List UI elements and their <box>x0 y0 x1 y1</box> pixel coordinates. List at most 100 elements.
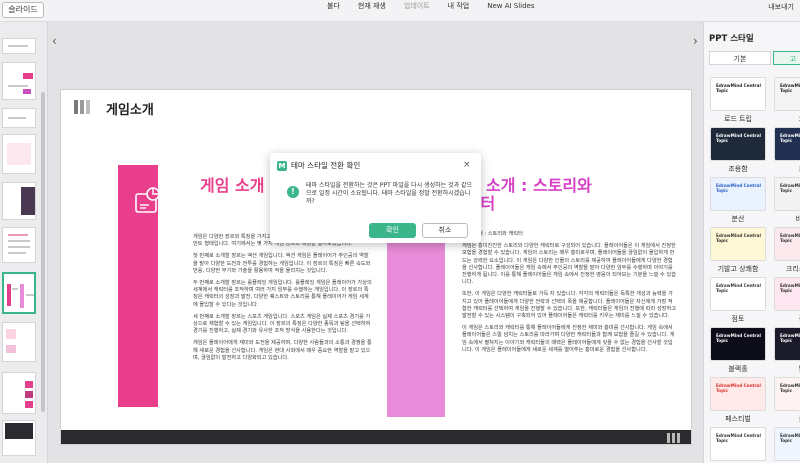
slide-title[interactable]: 게임소개 <box>106 99 154 118</box>
slide[interactable]: 게임소개 게임 소개 게임은 다양한 장르와 특징을 가지고 있습니다. 여러분… <box>60 89 692 445</box>
template-label: 점토 <box>731 315 745 323</box>
slide-thumbnail[interactable] <box>2 227 36 263</box>
style-template-card[interactable]: EdrawMind Central Topic <box>710 177 766 211</box>
style-tabs: 기본 고 <box>709 51 800 65</box>
dialog-message: 테마 스타일을 전환하는 것은 PPT 파일을 다시 생성하는 것과 같으므로 … <box>306 182 473 205</box>
style-template-card[interactable]: EdrawMind Central Topic <box>774 327 800 361</box>
template-thumb-text: EdrawMind Central Topic <box>780 133 800 143</box>
tab-advanced[interactable]: 고 <box>773 51 800 65</box>
close-icon[interactable]: × <box>463 160 471 170</box>
template-label: 페스티벌 <box>725 415 751 423</box>
slide-thumbnail[interactable] <box>2 182 36 220</box>
template-label: 오 <box>774 114 800 124</box>
template-thumb-text: EdrawMind Central Topic <box>716 383 761 393</box>
slide-thumbnail-panel <box>0 22 48 463</box>
style-template-card[interactable]: EdrawMind Central Topic <box>710 227 766 261</box>
style-template-card[interactable]: EdrawMind Central Topic <box>774 77 800 111</box>
template-thumb-text: EdrawMind Central Topic <box>780 283 800 293</box>
template-label: 분산 <box>731 215 745 223</box>
paragraph: 이 게임은 스토리와 캐릭터를 통해 플레이어들에게 진정한 재미와 흥미를 선… <box>462 325 675 353</box>
nav-item-play[interactable]: 불다 <box>318 0 349 16</box>
app-window: 슬라이드 불다 현재 재생 업데이트 내 작업 New AI Slides 내보… <box>0 0 800 463</box>
right-text-block[interactable]: 게임 소개 : 스토리와 캐릭터 게임은 흥미진진한 스토리와 다양한 캐릭터로… <box>462 231 677 354</box>
paragraph: 게임 소개 : 스토리와 캐릭터 <box>462 231 523 237</box>
export-button[interactable]: 내보내기 <box>768 1 794 13</box>
slide-thumbnail[interactable] <box>2 322 36 362</box>
template-thumb-text: EdrawMind Central Topic <box>780 333 800 343</box>
paragraph: 세 번째로 소개할 장르는 스포츠 게임입니다. 스포츠 게임은 실제 스포츠 … <box>193 313 371 335</box>
style-template-card[interactable]: EdrawMind Central Topic <box>774 377 800 411</box>
dialog-title: 테마 스타일 전환 확인 <box>291 161 361 170</box>
paragraph: 첫 번째로 소개할 장르는 액션 게임입니다. 액션 게임은 플레이어가 주인공… <box>193 253 371 274</box>
style-template-card[interactable]: EdrawMind Central Topic <box>774 227 800 261</box>
paragraph: 게임은 플레이어에게 재미와 도전을 제공하며, 다양한 사람들과의 소통과 경… <box>193 340 372 361</box>
paragraph: 또한, 이 게임은 다양한 캐릭터들로 가득 차 있습니다. 각각의 캐릭터들은… <box>462 291 676 320</box>
style-template-card[interactable]: EdrawMind Central Topic <box>774 427 800 461</box>
collapse-right-icon[interactable]: › <box>693 34 698 48</box>
template-thumb-text: EdrawMind Central Topic <box>780 83 800 93</box>
app-logo-icon: M <box>277 161 287 171</box>
template-label: 붉 <box>774 414 800 424</box>
template-thumb-text: EdrawMind Central Topic <box>780 183 800 193</box>
template-label: 밝 <box>774 364 800 374</box>
left-text-block[interactable]: 게임은 다양한 장르와 특징을 가지고 있습니다. 여러분이 좋아할 수 있는 … <box>193 234 373 362</box>
confirm-button[interactable]: 확인 <box>369 223 416 238</box>
left-section-title[interactable]: 게임 소개 <box>200 172 264 196</box>
template-label: 카 <box>774 164 800 174</box>
collapse-left-icon[interactable]: ‹ <box>52 34 57 48</box>
template-thumb-text: EdrawMind Central Topic <box>716 233 761 243</box>
cancel-button[interactable]: 취소 <box>422 223 468 238</box>
footer-bars-icon <box>667 433 685 443</box>
slides-button[interactable]: 슬라이드 <box>2 2 44 18</box>
template-label: 비즈 <box>774 214 800 224</box>
thumbnail-scrollbar[interactable] <box>41 92 45 412</box>
slide-thumbnail[interactable] <box>2 38 36 54</box>
style-template-card[interactable]: EdrawMind Central Topic <box>710 427 766 461</box>
title-bars-icon <box>74 100 92 114</box>
style-template-card[interactable]: EdrawMind Central Topic <box>710 377 766 411</box>
nav-item-update[interactable]: 업데이트 <box>395 0 439 16</box>
nav-item-my-work[interactable]: 내 작업 <box>439 0 479 16</box>
ppt-style-panel: PPT 스타일 기본 고 EdrawMind Central Topic 로드 트… <box>703 22 800 463</box>
slide-thumbnail[interactable] <box>2 108 36 128</box>
panel-title: PPT 스타일 <box>709 34 754 44</box>
nav-item-new-ai-slides[interactable]: New AI Slides <box>478 0 543 16</box>
template-thumb-text: EdrawMind Central Topic <box>716 333 761 343</box>
style-template-card[interactable]: EdrawMind Central Topic <box>710 127 766 161</box>
template-thumb-text: EdrawMind Central Topic <box>716 433 761 443</box>
slide-footer-band <box>61 430 691 444</box>
paragraph: 두 번째로 소개할 장르는 롤플레잉 게임입니다. 롤플레잉 게임은 플레이어가… <box>193 280 372 308</box>
template-thumb-text: EdrawMind Central Topic <box>780 233 800 243</box>
style-template-card[interactable]: EdrawMind Central Topic <box>710 77 766 111</box>
slide-thumbnail[interactable] <box>2 420 36 456</box>
template-thumb-text: EdrawMind Central Topic <box>780 433 800 443</box>
template-label: 크리스탈라 <box>785 265 800 273</box>
chart-document-icon <box>135 187 160 213</box>
style-template-card[interactable]: EdrawMind Central Topic <box>710 277 766 311</box>
style-template-card[interactable]: EdrawMind Central Topic <box>774 177 800 211</box>
style-template-card[interactable]: EdrawMind Central Topic <box>774 127 800 161</box>
paragraph: 게임은 흥미진진한 스토리와 다양한 캐릭터로 구성되어 있습니다. 플레이어들… <box>462 243 676 286</box>
template-label: 로드 트립 <box>724 115 752 123</box>
template-label: 기발고 상쾌함 <box>717 265 759 273</box>
template-thumb-text: EdrawMind Central Topic <box>716 183 761 193</box>
style-template-card[interactable]: EdrawMind Central Topic <box>710 327 766 361</box>
slide-thumbnail[interactable] <box>2 134 36 174</box>
template-label: 풍 <box>774 314 800 324</box>
template-thumb-text: EdrawMind Central Topic <box>716 283 761 293</box>
template-thumb-text: EdrawMind Central Topic <box>716 83 761 93</box>
info-icon: ! <box>287 186 299 198</box>
template-thumb-text: EdrawMind Central Topic <box>716 133 761 143</box>
top-toolbar: 슬라이드 불다 현재 재생 업데이트 내 작업 New AI Slides 내보… <box>0 0 800 22</box>
slide-thumbnail-selected[interactable] <box>2 272 36 314</box>
slide-thumbnail[interactable] <box>2 372 36 414</box>
top-nav: 불다 현재 재생 업데이트 내 작업 New AI Slides <box>318 0 544 16</box>
tab-basic[interactable]: 기본 <box>709 51 771 65</box>
template-thumb-text: EdrawMind Central Topic <box>780 383 800 393</box>
theme-switch-dialog: M 테마 스타일 전환 확인 × ! 테마 스타일을 전환하는 것은 PPT 파… <box>270 153 481 243</box>
style-template-card[interactable]: EdrawMind Central Topic <box>774 277 800 311</box>
nav-item-current-play[interactable]: 현재 재생 <box>349 0 395 16</box>
template-label: 조용함 <box>728 165 748 173</box>
template-label: 블랙홀 <box>728 365 748 373</box>
slide-thumbnail[interactable] <box>2 62 36 100</box>
